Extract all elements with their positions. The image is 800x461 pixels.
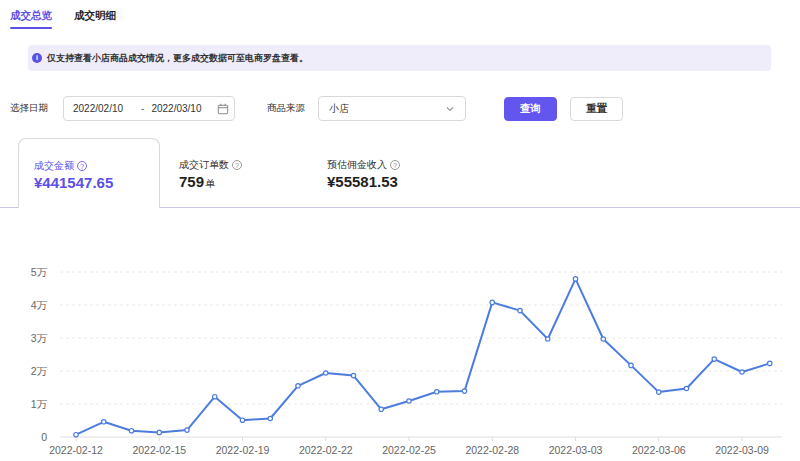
tab-transaction-overview[interactable]: 成交总览 (10, 9, 52, 29)
stat-orders-label: 成交订单数? (179, 158, 242, 172)
source-select-value: 小店 (329, 102, 445, 116)
svg-text:3万: 3万 (31, 332, 48, 344)
reset-button[interactable]: 重置 (570, 97, 623, 121)
info-icon: i (32, 53, 42, 63)
tab-overview-label: 成交总览 (10, 9, 52, 21)
question-circle-icon[interactable]: ? (77, 161, 87, 171)
question-circle-icon[interactable]: ? (232, 160, 242, 170)
date-separator: - (141, 103, 144, 114)
stat-orders-value: 759单 (179, 173, 242, 191)
stat-amount-value: ¥441547.65 (34, 174, 159, 191)
calendar-icon (217, 103, 229, 115)
chart-svg: 0 1万 2万 3万 4万 5万 2022-02-12 2022-02-15 2022-02-1… (0, 240, 800, 461)
source-select[interactable]: 小店 (318, 96, 466, 121)
svg-text:1万: 1万 (31, 398, 48, 410)
stat-amount-label: 成交金额? (34, 159, 159, 173)
date-start-value: 2022/02/10 (73, 103, 123, 114)
svg-text:2022-02-12: 2022-02-12 (49, 444, 103, 456)
info-banner-text: 仅支持查看小店商品成交情况，更多成交数据可至电商罗盘查看。 (47, 52, 308, 65)
stat-order-count[interactable]: 成交订单数? 759单 (179, 158, 242, 191)
date-label: 选择日期 (10, 102, 48, 115)
tab-transaction-detail[interactable]: 成交明细 (74, 9, 116, 29)
top-tabs: 成交总览 成交明细 (10, 9, 116, 29)
svg-text:2022-02-15: 2022-02-15 (132, 444, 186, 456)
filter-bar: 选择日期 2022/02/10 - 2022/03/10 商品来源 小店 查询 … (10, 96, 623, 121)
info-banner: i 仅支持查看小店商品成交情况，更多成交数据可至电商罗盘查看。 (28, 45, 771, 71)
svg-text:4万: 4万 (31, 299, 48, 311)
stats-tabs: 成交金额? ¥441547.65 成交订单数? 759单 预估佣金收入? ¥55… (0, 138, 800, 208)
transaction-overview-page: 成交总览 成交明细 i 仅支持查看小店商品成交情况，更多成交数据可至电商罗盘查看… (0, 0, 800, 461)
svg-text:2022-02-28: 2022-02-28 (465, 444, 519, 456)
svg-text:5万: 5万 (31, 266, 48, 278)
active-tab-underline (10, 27, 52, 30)
stat-commission-label: 预估佣金收入? (327, 158, 400, 172)
stat-card-transaction-amount[interactable]: 成交金额? ¥441547.65 (18, 138, 160, 208)
svg-text:2022-03-09: 2022-03-09 (715, 444, 769, 456)
date-range-input[interactable]: 2022/02/10 - 2022/03/10 (63, 96, 235, 121)
svg-text:2022-03-06: 2022-03-06 (632, 444, 686, 456)
svg-text:2022-02-22: 2022-02-22 (299, 444, 353, 456)
stat-commission-value: ¥55581.53 (327, 173, 400, 190)
query-button[interactable]: 查询 (504, 97, 557, 121)
svg-text:2022-02-25: 2022-02-25 (382, 444, 436, 456)
source-label: 商品来源 (267, 102, 305, 115)
stat-commission[interactable]: 预估佣金收入? ¥55581.53 (327, 158, 400, 190)
question-circle-icon[interactable]: ? (390, 160, 400, 170)
chevron-down-icon (445, 104, 455, 114)
transaction-line-chart[interactable]: 0 1万 2万 3万 4万 5万 2022-02-12 2022-02-15 2022-02-1… (0, 240, 800, 461)
svg-text:2万: 2万 (31, 365, 48, 377)
date-end-value: 2022/03/10 (151, 103, 201, 114)
svg-text:2022-02-19: 2022-02-19 (216, 444, 270, 456)
svg-text:0: 0 (41, 431, 47, 443)
tab-detail-label: 成交明细 (74, 9, 116, 21)
svg-text:2022-03-03: 2022-03-03 (549, 444, 603, 456)
